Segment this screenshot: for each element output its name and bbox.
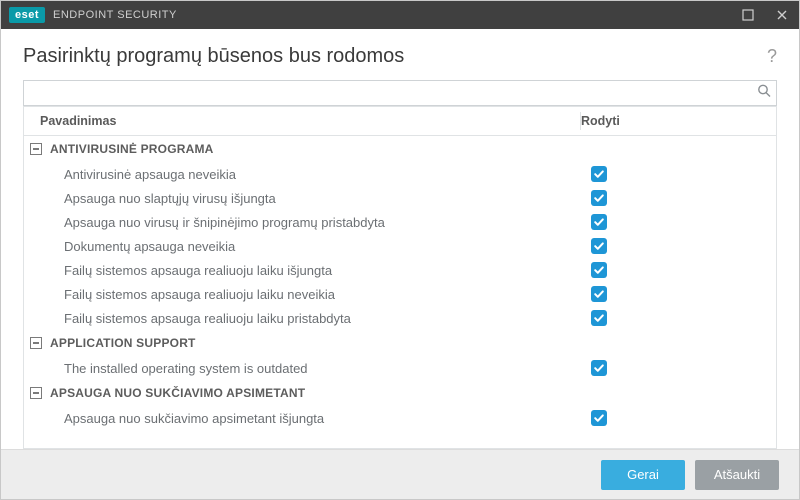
brand-logo: eset: [9, 7, 45, 23]
show-checkbox[interactable]: [591, 214, 607, 230]
titlebar: eset ENDPOINT SECURITY: [1, 1, 799, 29]
table-row: The installed operating system is outdat…: [24, 356, 776, 380]
cancel-button[interactable]: Atšaukti: [695, 460, 779, 490]
group-label: APSAUGA NUO SUKČIAVIMO APSIMETANT: [50, 386, 305, 400]
table-header: Pavadinimas Rodyti: [24, 106, 776, 136]
item-show-cell: [591, 360, 776, 376]
ok-button[interactable]: Gerai: [601, 460, 685, 490]
search-box: [23, 80, 777, 106]
item-show-cell: [591, 262, 776, 278]
item-name: Failų sistemos apsauga realiuoju laiku i…: [24, 263, 591, 278]
help-button[interactable]: ?: [767, 46, 777, 67]
group-row[interactable]: ANTIVIRUSINĖ PROGRAMA: [24, 136, 776, 162]
minimize-button[interactable]: [731, 1, 765, 29]
table-body[interactable]: ANTIVIRUSINĖ PROGRAMA Antivirusinė apsaug…: [24, 136, 776, 448]
close-button[interactable]: [765, 1, 799, 29]
dialog-header: Pasirinktų programų būsenos bus rodomos …: [1, 29, 799, 80]
item-name: Dokumentų apsauga neveikia: [24, 239, 591, 254]
table-row: Apsauga nuo sukčiavimo apsimetant išjung…: [24, 406, 776, 430]
item-show-cell: [591, 310, 776, 326]
table-row: Antivirusinė apsauga neveikia: [24, 162, 776, 186]
item-show-cell: [591, 410, 776, 426]
table-row: Failų sistemos apsauga realiuoju laiku n…: [24, 282, 776, 306]
item-name: Apsauga nuo sukčiavimo apsimetant išjung…: [24, 411, 591, 426]
close-icon: [776, 9, 788, 21]
group-label: APPLICATION SUPPORT: [50, 336, 196, 350]
item-name: Antivirusinė apsauga neveikia: [24, 167, 591, 182]
item-show-cell: [591, 190, 776, 206]
search-input[interactable]: [23, 80, 777, 106]
page-title: Pasirinktų programų būsenos bus rodomos: [23, 45, 767, 68]
show-checkbox[interactable]: [591, 238, 607, 254]
item-name: Failų sistemos apsauga realiuoju laiku p…: [24, 311, 591, 326]
show-checkbox[interactable]: [591, 310, 607, 326]
dialog-footer: Gerai Atšaukti: [1, 449, 799, 499]
table-row: Apsauga nuo virusų ir šnipinėjimo progra…: [24, 210, 776, 234]
item-show-cell: [591, 286, 776, 302]
item-show-cell: [591, 166, 776, 182]
show-checkbox[interactable]: [591, 262, 607, 278]
item-name: Apsauga nuo slaptųjų virusų išjungta: [24, 191, 591, 206]
column-header-show[interactable]: Rodyti: [581, 114, 776, 128]
app-window: eset ENDPOINT SECURITY Pasirinktų progra…: [0, 0, 800, 500]
show-checkbox[interactable]: [591, 410, 607, 426]
item-show-cell: [591, 238, 776, 254]
show-checkbox[interactable]: [591, 190, 607, 206]
product-name: ENDPOINT SECURITY: [53, 9, 177, 21]
show-checkbox[interactable]: [591, 360, 607, 376]
table-row: Failų sistemos apsauga realiuoju laiku p…: [24, 306, 776, 330]
group-label: ANTIVIRUSINĖ PROGRAMA: [50, 142, 214, 156]
group-row[interactable]: APSAUGA NUO SUKČIAVIMO APSIMETANT: [24, 380, 776, 406]
collapse-icon[interactable]: [30, 143, 42, 155]
show-checkbox[interactable]: [591, 166, 607, 182]
status-table: Pavadinimas Rodyti ANTIVIRUSINĖ PROGRAMA…: [23, 106, 777, 449]
collapse-icon[interactable]: [30, 387, 42, 399]
table-row: Failų sistemos apsauga realiuoju laiku i…: [24, 258, 776, 282]
content-area: Pavadinimas Rodyti ANTIVIRUSINĖ PROGRAMA…: [1, 80, 799, 449]
minimize-icon: [742, 9, 754, 21]
item-name: Apsauga nuo virusų ir šnipinėjimo progra…: [24, 215, 591, 230]
item-name: Failų sistemos apsauga realiuoju laiku n…: [24, 287, 591, 302]
table-row: Apsauga nuo slaptųjų virusų išjungta: [24, 186, 776, 210]
item-name: The installed operating system is outdat…: [24, 361, 591, 376]
table-row: Dokumentų apsauga neveikia: [24, 234, 776, 258]
search-icon[interactable]: [757, 84, 771, 103]
show-checkbox[interactable]: [591, 286, 607, 302]
group-row[interactable]: APPLICATION SUPPORT: [24, 330, 776, 356]
collapse-icon[interactable]: [30, 337, 42, 349]
column-header-name[interactable]: Pavadinimas: [24, 114, 580, 128]
item-show-cell: [591, 214, 776, 230]
